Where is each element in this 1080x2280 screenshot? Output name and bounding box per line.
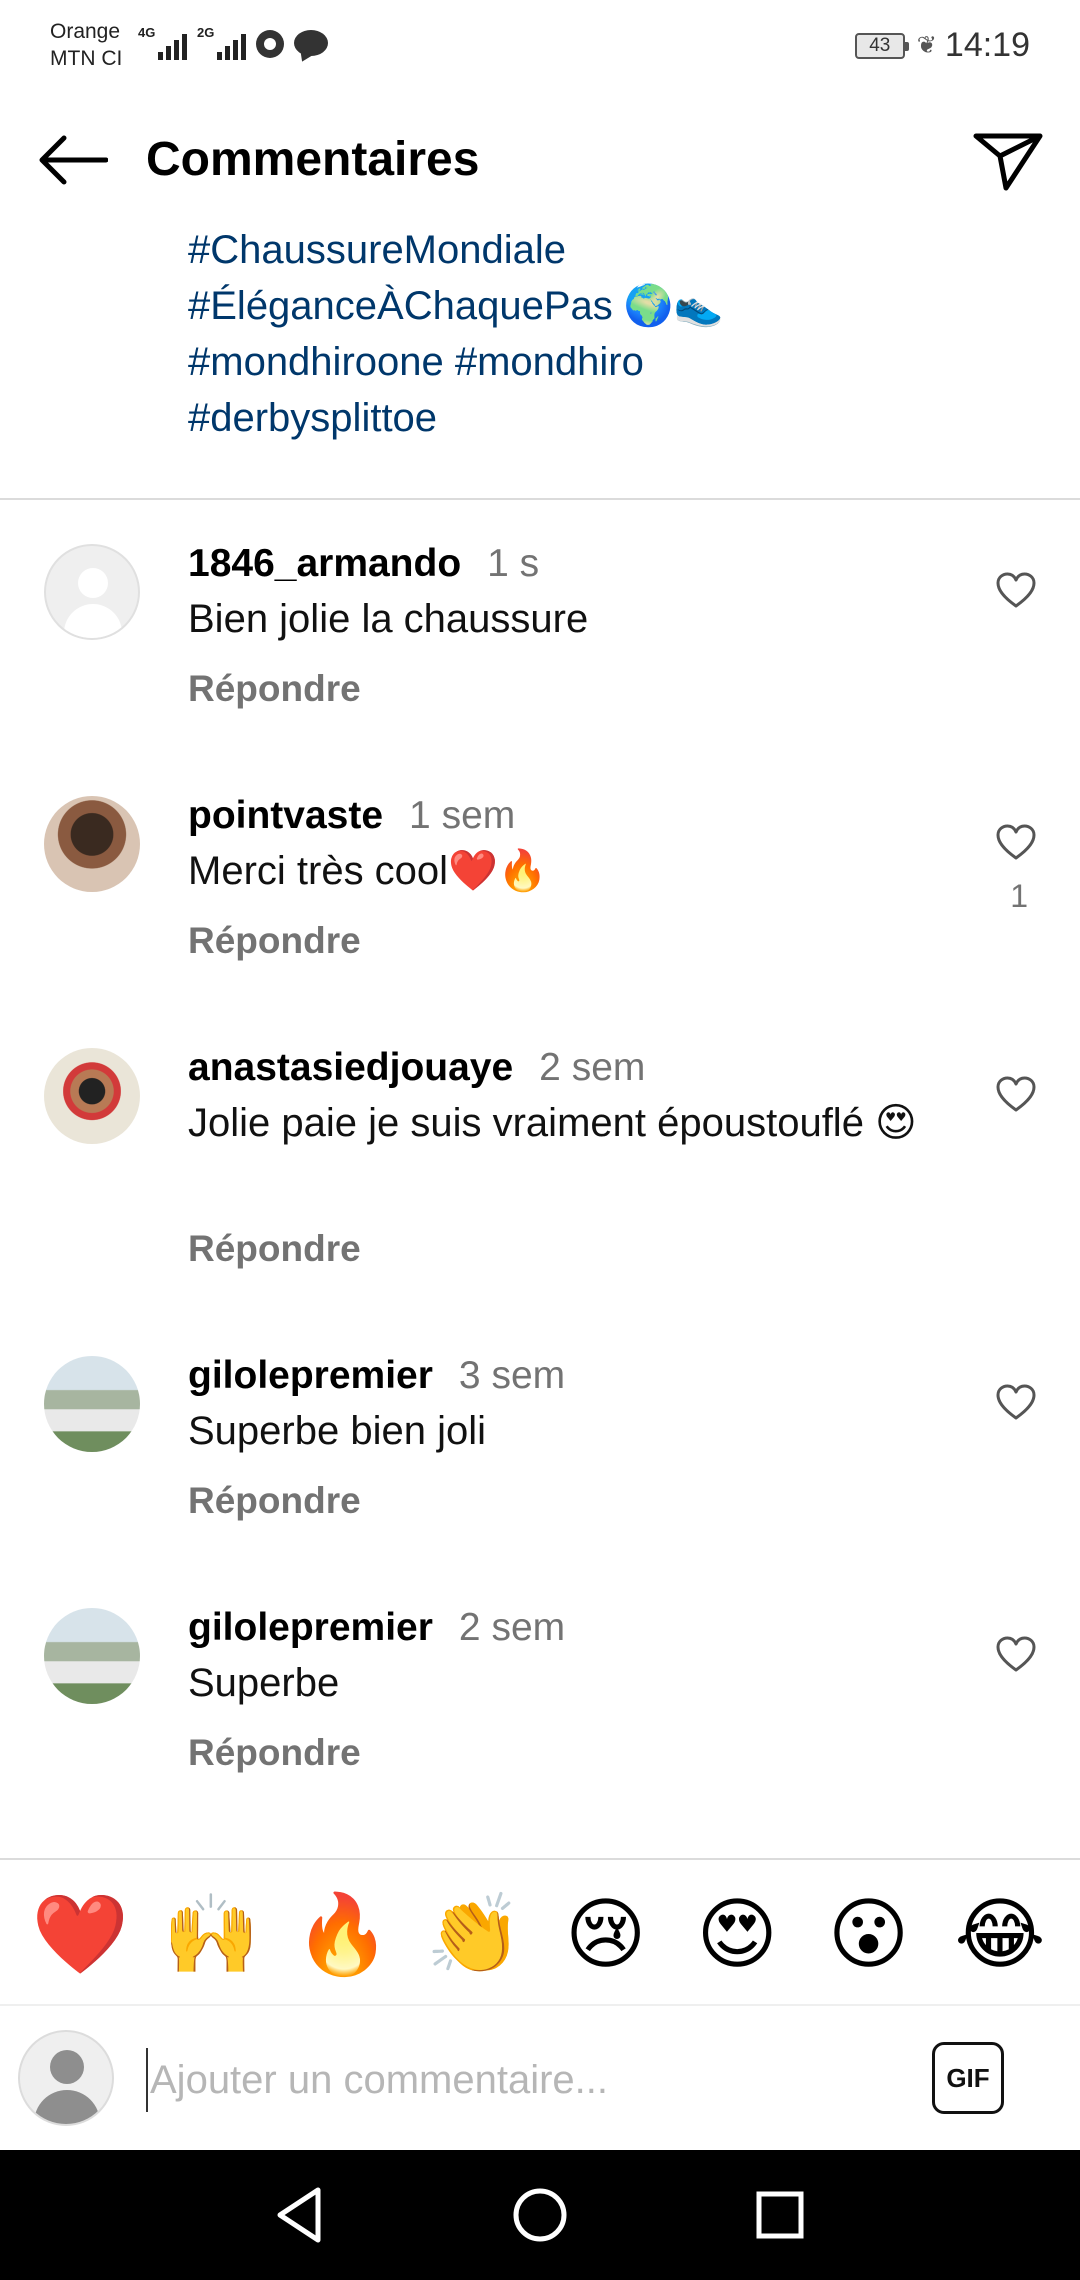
avatar[interactable] xyxy=(44,796,140,892)
comment-item: gilolepremier 3 sem Superbe bien joli Rép… xyxy=(0,1352,1080,1572)
caption-line[interactable]: #ChaussureMondiale xyxy=(188,222,1008,278)
comment-text: Bien jolie la chaussure xyxy=(188,597,589,641)
emoji-heart[interactable]: ❤️ xyxy=(30,1887,130,1983)
avatar[interactable] xyxy=(44,1608,140,1704)
back-arrow-icon[interactable] xyxy=(36,134,108,186)
battery-level: 43 xyxy=(869,34,891,56)
page-title: Commentaires xyxy=(146,133,480,186)
emoji-heart-eyes[interactable]: 😍 xyxy=(687,1887,787,1983)
carrier-names: Orange MTN CI xyxy=(50,18,122,72)
header: Commentaires xyxy=(0,120,1080,200)
emoji-surprised[interactable]: 😮 xyxy=(819,1887,919,1983)
comment-item: 1846_armando 1 s Bien jolie la chaussure … xyxy=(0,540,1080,760)
network-type-1: 4G xyxy=(138,25,156,40)
comment-username[interactable]: gilolepremier 2 sem xyxy=(188,1604,565,1652)
comment-username[interactable]: 1846_armando 1 s xyxy=(188,540,539,588)
username-text[interactable]: gilolepremier xyxy=(188,1354,433,1397)
comment-text: Superbe xyxy=(188,1661,340,1705)
like-heart-icon[interactable] xyxy=(996,1636,1036,1672)
caption-line[interactable]: #derbysplittoe xyxy=(188,390,1008,446)
post-caption: #ChaussureMondiale #ÉléganceÀChaquePas 🌍… xyxy=(188,222,1008,446)
battery-icon: 43 xyxy=(854,32,909,59)
comment-item: pointvaste 1 sem Merci très cool❤️🔥 Répon… xyxy=(0,792,1080,1012)
comment-input[interactable] xyxy=(146,2048,886,2112)
nav-home-icon[interactable] xyxy=(505,2180,575,2250)
my-avatar xyxy=(18,2030,114,2126)
reply-button[interactable]: Répondre xyxy=(188,666,361,712)
comment-item: gilolepremier 2 sem Superbe Répondre xyxy=(0,1604,1080,1824)
avatar[interactable] xyxy=(44,1048,140,1144)
reply-button[interactable]: Répondre xyxy=(188,1226,361,1272)
comment-text: Superbe bien joli xyxy=(188,1409,486,1453)
reply-button[interactable]: Répondre xyxy=(188,918,361,964)
like-heart-icon[interactable] xyxy=(996,572,1036,608)
like-heart-icon[interactable] xyxy=(996,1076,1036,1112)
emoji-raised-hands[interactable]: 🙌 xyxy=(161,1887,261,1983)
status-bar: Orange MTN CI 4G 2G 43 ❦ 14:19 xyxy=(0,0,1080,92)
comment-time: 3 sem xyxy=(458,1354,566,1397)
username-text[interactable]: anastasiedjouaye xyxy=(188,1046,513,1089)
comment-time: 1 s xyxy=(487,542,540,585)
network-type-2: 2G xyxy=(197,25,215,40)
like-count: 1 xyxy=(1010,878,1028,914)
username-text[interactable]: 1846_armando xyxy=(188,542,461,585)
carrier-1: Orange xyxy=(50,20,121,43)
divider xyxy=(0,2004,1080,2006)
message-icon xyxy=(294,30,328,56)
chrome-icon xyxy=(256,30,284,58)
avatar[interactable] xyxy=(44,544,140,640)
caption-line[interactable]: #mondhiroone #mondhiro xyxy=(188,334,1008,390)
comment-username[interactable]: pointvaste 1 sem xyxy=(188,792,515,840)
emoji-fire[interactable]: 🔥 xyxy=(293,1887,393,1983)
username-text[interactable]: gilolepremier xyxy=(188,1606,433,1649)
emoji-reaction-bar: ❤️ 🙌 🔥 👏 😢 😍 😮 😂 xyxy=(30,1880,1050,1990)
divider xyxy=(0,498,1080,500)
comment-time: 2 sem xyxy=(539,1046,646,1089)
leaf-icon: ❦ xyxy=(916,32,937,59)
emoji-clapping[interactable]: 👏 xyxy=(424,1887,524,1983)
comment-text: Merci très cool❤️🔥 xyxy=(188,849,548,893)
comment-text: Jolie paie je suis vraiment époustouflé … xyxy=(188,1101,917,1145)
like-heart-icon[interactable] xyxy=(996,824,1036,860)
caption-line[interactable]: #ÉléganceÀChaquePas 🌍👟 xyxy=(188,278,1008,334)
comment-item: anastasiedjouaye 2 sem Jolie paie je suis… xyxy=(0,1044,1080,1304)
avatar[interactable] xyxy=(44,1356,140,1452)
comment-time: 2 sem xyxy=(458,1606,566,1649)
reply-button[interactable]: Répondre xyxy=(188,1478,361,1524)
carrier-2: MTN CI xyxy=(50,47,123,70)
emoji-laughing[interactable]: 😂 xyxy=(950,1887,1050,1983)
divider xyxy=(0,1858,1080,1860)
network-icons: 4G 2G xyxy=(138,24,328,60)
like-heart-icon[interactable] xyxy=(996,1384,1036,1420)
comment-username[interactable]: anastasiedjouaye 2 sem xyxy=(188,1044,645,1092)
username-text[interactable]: pointvaste xyxy=(188,794,383,837)
system-nav-bar xyxy=(0,2150,1080,2280)
signal-icon-2: 2G xyxy=(197,26,246,60)
send-icon[interactable] xyxy=(972,130,1044,192)
signal-icon-1: 4G xyxy=(138,26,187,60)
nav-back-icon[interactable] xyxy=(266,2180,336,2250)
status-right: 43 ❦ 14:19 xyxy=(854,26,1030,65)
clock: 14:19 xyxy=(944,26,1030,64)
emoji-crying[interactable]: 😢 xyxy=(556,1887,656,1983)
comment-composer: GIF xyxy=(0,2020,1080,2140)
comment-time: 1 sem xyxy=(409,794,516,837)
comment-username[interactable]: gilolepremier 3 sem xyxy=(188,1352,565,1400)
nav-recents-icon[interactable] xyxy=(745,2180,815,2250)
gif-button[interactable]: GIF xyxy=(932,2042,1004,2114)
reply-button[interactable]: Répondre xyxy=(188,1730,361,1776)
